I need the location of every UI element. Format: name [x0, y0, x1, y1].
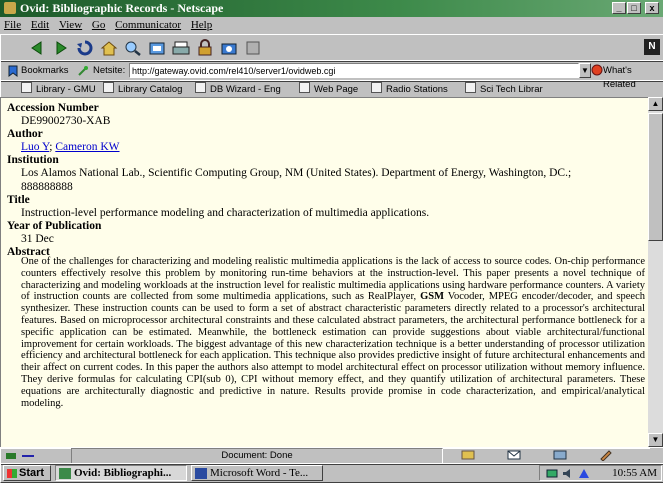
scroll-down-button[interactable]: ▼: [648, 433, 663, 447]
netsite-label: Netsite:: [93, 65, 126, 76]
minimize-button[interactable]: _: [612, 2, 626, 14]
abstract-text: One of the challenges for characterizing…: [21, 256, 646, 409]
close-button[interactable]: x: [645, 2, 659, 14]
volume-tray-icon[interactable]: [562, 468, 574, 479]
mail-icon[interactable]: [507, 449, 521, 461]
component-bar: [451, 449, 661, 462]
vertical-scrollbar[interactable]: ▲ ▼: [648, 97, 663, 447]
home-icon[interactable]: [99, 39, 119, 57]
whats-related-icon[interactable]: [591, 64, 603, 77]
url-input[interactable]: http://gateway.ovid.com/rel410/server1/o…: [129, 63, 579, 78]
netscape-guide-icon[interactable]: [147, 39, 167, 57]
author-label: Author: [7, 128, 43, 140]
shop-icon[interactable]: [219, 39, 239, 57]
start-button[interactable]: Start: [3, 465, 51, 481]
window-title-bar[interactable]: Ovid: Bibliographic Records - Netscape _…: [0, 0, 663, 17]
word-task-icon: [195, 468, 207, 479]
security-icon[interactable]: [195, 39, 215, 57]
abstract-highlight-term: GSM: [420, 291, 445, 303]
menu-view[interactable]: View: [59, 19, 82, 31]
page-content: Accession Number DE99002730-XAB Author L…: [0, 97, 650, 449]
title-value: Instruction-level performance modeling a…: [21, 207, 430, 219]
institution-value: Los Alamos National Lab., Scientific Com…: [21, 167, 572, 193]
menu-go[interactable]: Go: [92, 19, 105, 31]
forward-icon[interactable]: [51, 39, 71, 57]
windows-taskbar: Start Ovid: Bibliographi... Microsoft Wo…: [0, 463, 663, 483]
bookmark-radio-stations[interactable]: Radio Stations: [371, 81, 448, 98]
scrollbar-thumb[interactable]: [648, 113, 663, 241]
year-value: 31 Dec: [21, 233, 54, 245]
menu-communicator[interactable]: Communicator: [115, 19, 181, 31]
bookmark-db-wizard[interactable]: DB Wizard - Eng: [195, 81, 281, 98]
taskbar-item-netscape[interactable]: Ovid: Bibliographi...: [55, 465, 187, 481]
author-link-luo[interactable]: Luo Y: [21, 141, 49, 153]
search-icon[interactable]: [123, 39, 143, 57]
bookmark-page-icon: [103, 82, 114, 93]
netscape-logo-icon: N: [644, 39, 660, 55]
bookmark-page-icon: [371, 82, 382, 93]
bookmark-page-icon: [195, 82, 206, 93]
reload-icon[interactable]: [75, 39, 95, 57]
netscape-task-icon: [59, 468, 71, 479]
online-status-icon[interactable]: [21, 450, 35, 461]
bookmark-library-catalog[interactable]: Library Catalog: [103, 81, 182, 98]
netscape-window-icon[interactable]: [4, 2, 16, 14]
window-title: Ovid: Bibliographic Records - Netscape: [20, 1, 224, 15]
bookmark-sci-tech-library[interactable]: Sci Tech Librar: [465, 81, 543, 98]
taskbar-clock: 10:55 AM: [612, 467, 657, 479]
bookmark-page-icon: [299, 82, 310, 93]
back-icon[interactable]: [27, 39, 47, 57]
author-list: Luo Y; Cameron KW: [21, 141, 120, 155]
scroll-up-button[interactable]: ▲: [648, 97, 663, 111]
menu-help[interactable]: Help: [191, 19, 212, 31]
author-link-cameron[interactable]: Cameron KW: [55, 141, 119, 153]
menu-file[interactable]: File: [4, 19, 21, 31]
system-tray: 10:55 AM: [539, 465, 662, 481]
composer-icon[interactable]: [599, 449, 613, 461]
bookmark-web-page[interactable]: Web Page: [299, 81, 358, 98]
print-icon[interactable]: [171, 39, 191, 57]
antivirus-tray-icon[interactable]: [578, 468, 590, 479]
maximize-button[interactable]: □: [627, 2, 641, 14]
bookmark-page-icon: [21, 82, 32, 93]
status-text: Document: Done: [71, 448, 443, 464]
newsgroups-icon[interactable]: [553, 449, 567, 461]
windows-logo-icon: [7, 469, 17, 478]
navigation-toolbar: N: [0, 34, 663, 62]
stop-icon[interactable]: [243, 39, 263, 57]
accession-number-value: DE99002730-XAB: [21, 115, 111, 127]
title-label: Title: [7, 194, 30, 206]
bookmark-page-icon: [465, 82, 476, 93]
netsite-icon[interactable]: [77, 65, 89, 77]
bookmark-library-gmu[interactable]: Library - GMU: [21, 81, 96, 98]
author-separator: ;: [49, 141, 53, 153]
taskbar-item-word[interactable]: Microsoft Word - Te...: [191, 465, 323, 481]
menu-edit[interactable]: Edit: [31, 19, 49, 31]
network-tray-icon[interactable]: [546, 468, 558, 479]
url-dropdown-button[interactable]: ▼: [579, 63, 591, 78]
menu-bar: File Edit View Go Communicator Help: [0, 17, 663, 34]
year-label: Year of Publication: [7, 220, 102, 232]
bookmarks-icon[interactable]: [7, 65, 19, 77]
connection-icon: [6, 453, 16, 459]
accession-number-label: Accession Number: [7, 102, 99, 114]
navigator-icon[interactable]: [461, 449, 475, 461]
bookmarks-button[interactable]: Bookmarks: [21, 64, 69, 78]
location-toolbar: Bookmarks Netsite: http://gateway.ovid.c…: [0, 60, 663, 90]
institution-label: Institution: [7, 154, 59, 166]
